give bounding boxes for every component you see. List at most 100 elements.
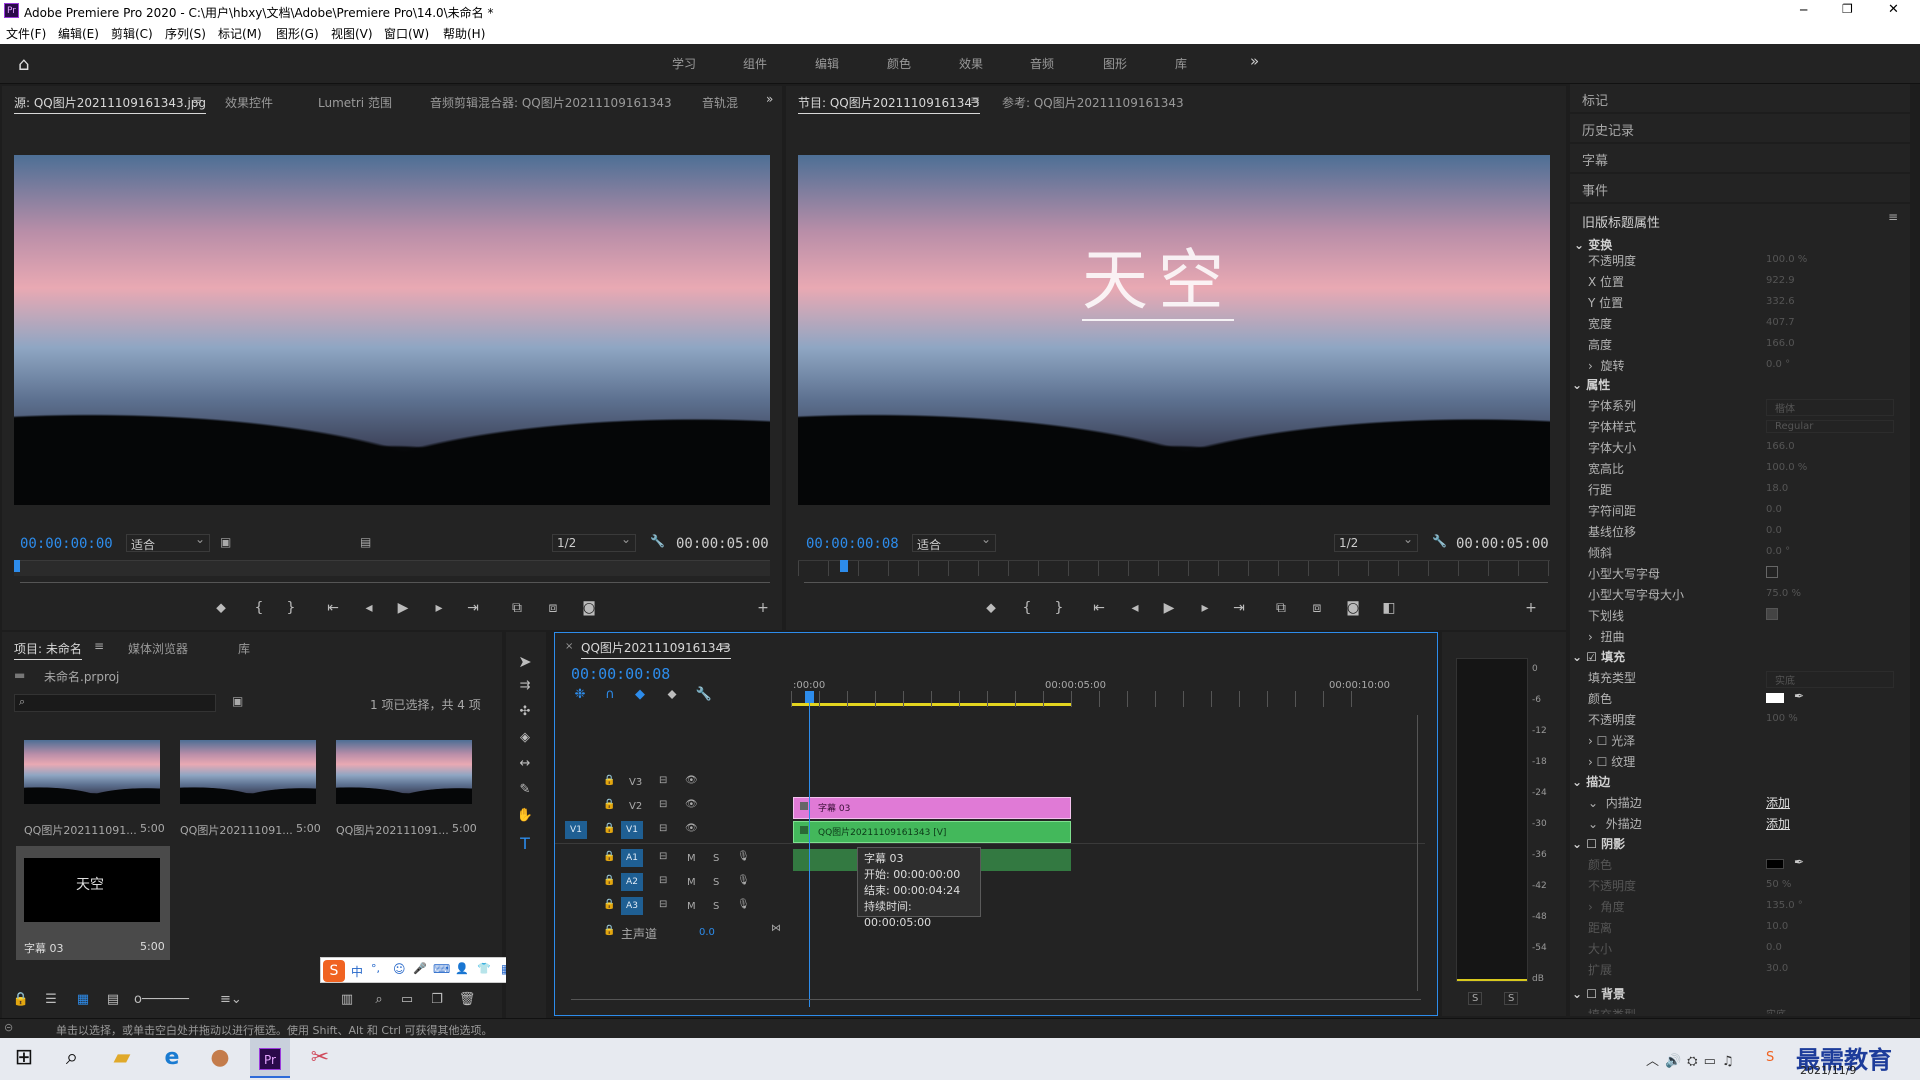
taskbar-clock[interactable]: 2021/11/9 xyxy=(1800,1064,1856,1077)
ime-keyboard[interactable]: ⌨ xyxy=(433,962,450,976)
snap-icon[interactable]: ❉ xyxy=(571,687,589,702)
new-bin-icon[interactable]: ▭ xyxy=(398,992,416,1007)
compare-icon[interactable]: ◧ xyxy=(1380,600,1398,616)
prop-baseline-value[interactable]: 0.0 xyxy=(1766,525,1782,536)
panel-events[interactable]: 事件 xyxy=(1570,174,1910,202)
title-clip[interactable]: 字幕 03 xyxy=(793,797,1071,819)
add-inner-stroke-link[interactable]: 添加 xyxy=(1766,794,1790,811)
ime-skin[interactable]: 👕 xyxy=(477,962,491,975)
razor-tool-icon[interactable]: ◈ xyxy=(516,730,534,745)
program-resolution-dropdown[interactable]: 1/2 xyxy=(1334,532,1418,552)
hand-tool-icon[interactable]: ✋ xyxy=(516,808,534,823)
section-shadow[interactable]: ⌄ ☐ 阴影 xyxy=(1572,835,1625,852)
lift-icon[interactable]: ⧉ xyxy=(1272,600,1290,616)
mute-button[interactable]: M xyxy=(687,877,696,888)
insert-icon[interactable]: ⧉ xyxy=(508,600,526,616)
tab-reference[interactable]: 参考: QQ图片20211109161343 xyxy=(1002,94,1184,111)
prop-fill-opacity-value[interactable]: 100 % xyxy=(1766,713,1798,724)
sogou-logo-icon[interactable]: S xyxy=(323,960,345,982)
prop-width-value[interactable]: 407.7 xyxy=(1766,317,1795,328)
slip-tool-icon[interactable]: ↔ xyxy=(516,756,534,771)
eye-icon[interactable]: 👁 xyxy=(685,823,698,834)
tab-menu-icon[interactable]: ≡ xyxy=(719,639,729,653)
project-item[interactable]: QQ图片202111091... 5:00 xyxy=(170,734,322,846)
prop-texture[interactable]: › ☐ 纹理 xyxy=(1588,753,1635,770)
step-back-icon[interactable]: ◂ xyxy=(360,600,378,616)
prop-sheen[interactable]: › ☐ 光泽 xyxy=(1588,732,1635,749)
prop-leading-value[interactable]: 18.0 xyxy=(1766,483,1788,494)
wrench-icon[interactable]: 🔧 xyxy=(650,534,665,548)
tray-sogou-icon[interactable]: S xyxy=(1766,1050,1774,1065)
tab-audio-track-mixer[interactable]: 音轨混 xyxy=(702,94,738,111)
playhead-handle[interactable] xyxy=(805,691,814,703)
section-fill[interactable]: ⌄ ☑ 填充 xyxy=(1572,648,1625,665)
prop-y-value[interactable]: 332.6 xyxy=(1766,296,1795,307)
prop-tracking-value[interactable]: 0.0 xyxy=(1766,504,1782,515)
snipping-tool-icon[interactable]: ✂ xyxy=(300,1038,340,1078)
sort-icon[interactable]: ≡⌄ xyxy=(220,992,242,1007)
add-button-icon[interactable]: + xyxy=(754,600,772,616)
eyedropper-icon[interactable]: ✒ xyxy=(1794,689,1804,703)
section-properties[interactable]: ⌄ 属性 xyxy=(1572,376,1610,393)
panel-markers[interactable]: 标记 xyxy=(1570,84,1910,112)
prop-font-family-value[interactable]: 楷体 xyxy=(1766,399,1894,416)
add-marker-icon[interactable]: ◆ xyxy=(631,687,649,702)
wrench-icon[interactable]: 🔧 xyxy=(695,687,713,702)
prop-shadow-distance-value[interactable]: 10.0 xyxy=(1766,921,1788,932)
mute-button[interactable]: M xyxy=(687,853,696,864)
mark-out-icon[interactable]: } xyxy=(282,600,300,616)
mic-icon[interactable]: 🎙 xyxy=(737,875,750,886)
menu-help[interactable]: 帮助(H) xyxy=(443,25,485,42)
tab-libraries[interactable]: 库 xyxy=(238,640,250,657)
prop-shadow-angle-value[interactable]: 135.0 ° xyxy=(1766,900,1803,911)
wrench-icon[interactable]: 🔧 xyxy=(1432,534,1447,548)
menu-graphics[interactable]: 图形(G) xyxy=(276,25,319,42)
source-scrubber[interactable] xyxy=(14,560,770,576)
prop-bg-fill-type-value[interactable]: 实底 xyxy=(1766,1006,1786,1014)
prop-shadow-size-value[interactable]: 0.0 xyxy=(1766,942,1782,953)
play-icon[interactable]: ▶ xyxy=(1160,600,1178,616)
tab-program[interactable]: 节目: QQ图片20211109161343 xyxy=(798,94,980,114)
icon-view-icon[interactable]: ▦ xyxy=(74,992,92,1007)
automate-sequence-icon[interactable]: ▥ xyxy=(338,992,356,1007)
add-marker-icon[interactable]: ⬥ xyxy=(212,600,230,616)
search-icon[interactable]: ⌕ xyxy=(52,1038,92,1078)
track-select-tool-icon[interactable]: ⇉ xyxy=(516,678,534,693)
menu-window[interactable]: 窗口(W) xyxy=(384,25,429,42)
tab-audio-clip-mixer[interactable]: 音频剪辑混合器: QQ图片20211109161343 xyxy=(430,94,672,111)
tab-sequence[interactable]: QQ图片20211109161343 xyxy=(581,639,731,659)
play-icon[interactable]: ▶ xyxy=(394,600,412,616)
prop-x-value[interactable]: 922.9 xyxy=(1766,275,1795,286)
solo-button[interactable]: S xyxy=(713,853,719,864)
eye-icon[interactable]: 👁 xyxy=(685,775,698,786)
go-to-in-icon[interactable]: ⇤ xyxy=(1090,600,1108,616)
solo-button[interactable]: S xyxy=(713,901,719,912)
home-icon[interactable]: ⌂ xyxy=(18,54,29,75)
workspace-graphics[interactable]: 图形 xyxy=(1103,55,1127,72)
close-button[interactable]: ✕ xyxy=(1888,2,1899,17)
prop-inner-stroke[interactable]: ⌄ 内描边 xyxy=(1588,794,1642,811)
premiere-taskbar-icon[interactable]: Pr xyxy=(250,1038,290,1078)
ime-voice[interactable]: 🎤 xyxy=(413,962,427,975)
lock-icon[interactable]: 🔒 xyxy=(603,925,615,936)
list-view-icon[interactable]: ☰ xyxy=(42,992,60,1007)
mark-out-icon[interactable]: } xyxy=(1050,600,1068,616)
prop-rotation-value[interactable]: 0.0 ° xyxy=(1766,359,1790,370)
sync-lock-icon[interactable]: ⊟ xyxy=(659,899,667,910)
linked-selection-icon[interactable]: ∩ xyxy=(601,687,619,702)
pen-tool-icon[interactable]: ✎ xyxy=(516,782,534,797)
panel-history[interactable]: 历史记录 xyxy=(1570,114,1910,142)
prop-height-value[interactable]: 166.0 xyxy=(1766,338,1795,349)
sync-lock-icon[interactable]: ⊟ xyxy=(659,851,667,862)
camera-icon[interactable]: ◙ xyxy=(1344,600,1362,616)
track-target-a3[interactable]: A3 xyxy=(621,897,643,915)
tab-effect-controls[interactable]: 效果控件 xyxy=(225,94,273,111)
tab-source[interactable]: 源: QQ图片20211109161343.jpg xyxy=(14,94,207,114)
add-outer-stroke-link[interactable]: 添加 xyxy=(1766,815,1790,832)
eyedropper-icon[interactable]: ✒ xyxy=(1794,855,1804,869)
selection-tool-icon[interactable]: ➤ xyxy=(516,652,534,671)
video-clip[interactable]: QQ图片20211109161343 [V] xyxy=(793,821,1071,843)
go-to-out-icon[interactable]: ⇥ xyxy=(1230,600,1248,616)
workspace-audio[interactable]: 音频 xyxy=(1030,55,1054,72)
tab-menu-icon[interactable]: ≡ xyxy=(970,93,980,107)
